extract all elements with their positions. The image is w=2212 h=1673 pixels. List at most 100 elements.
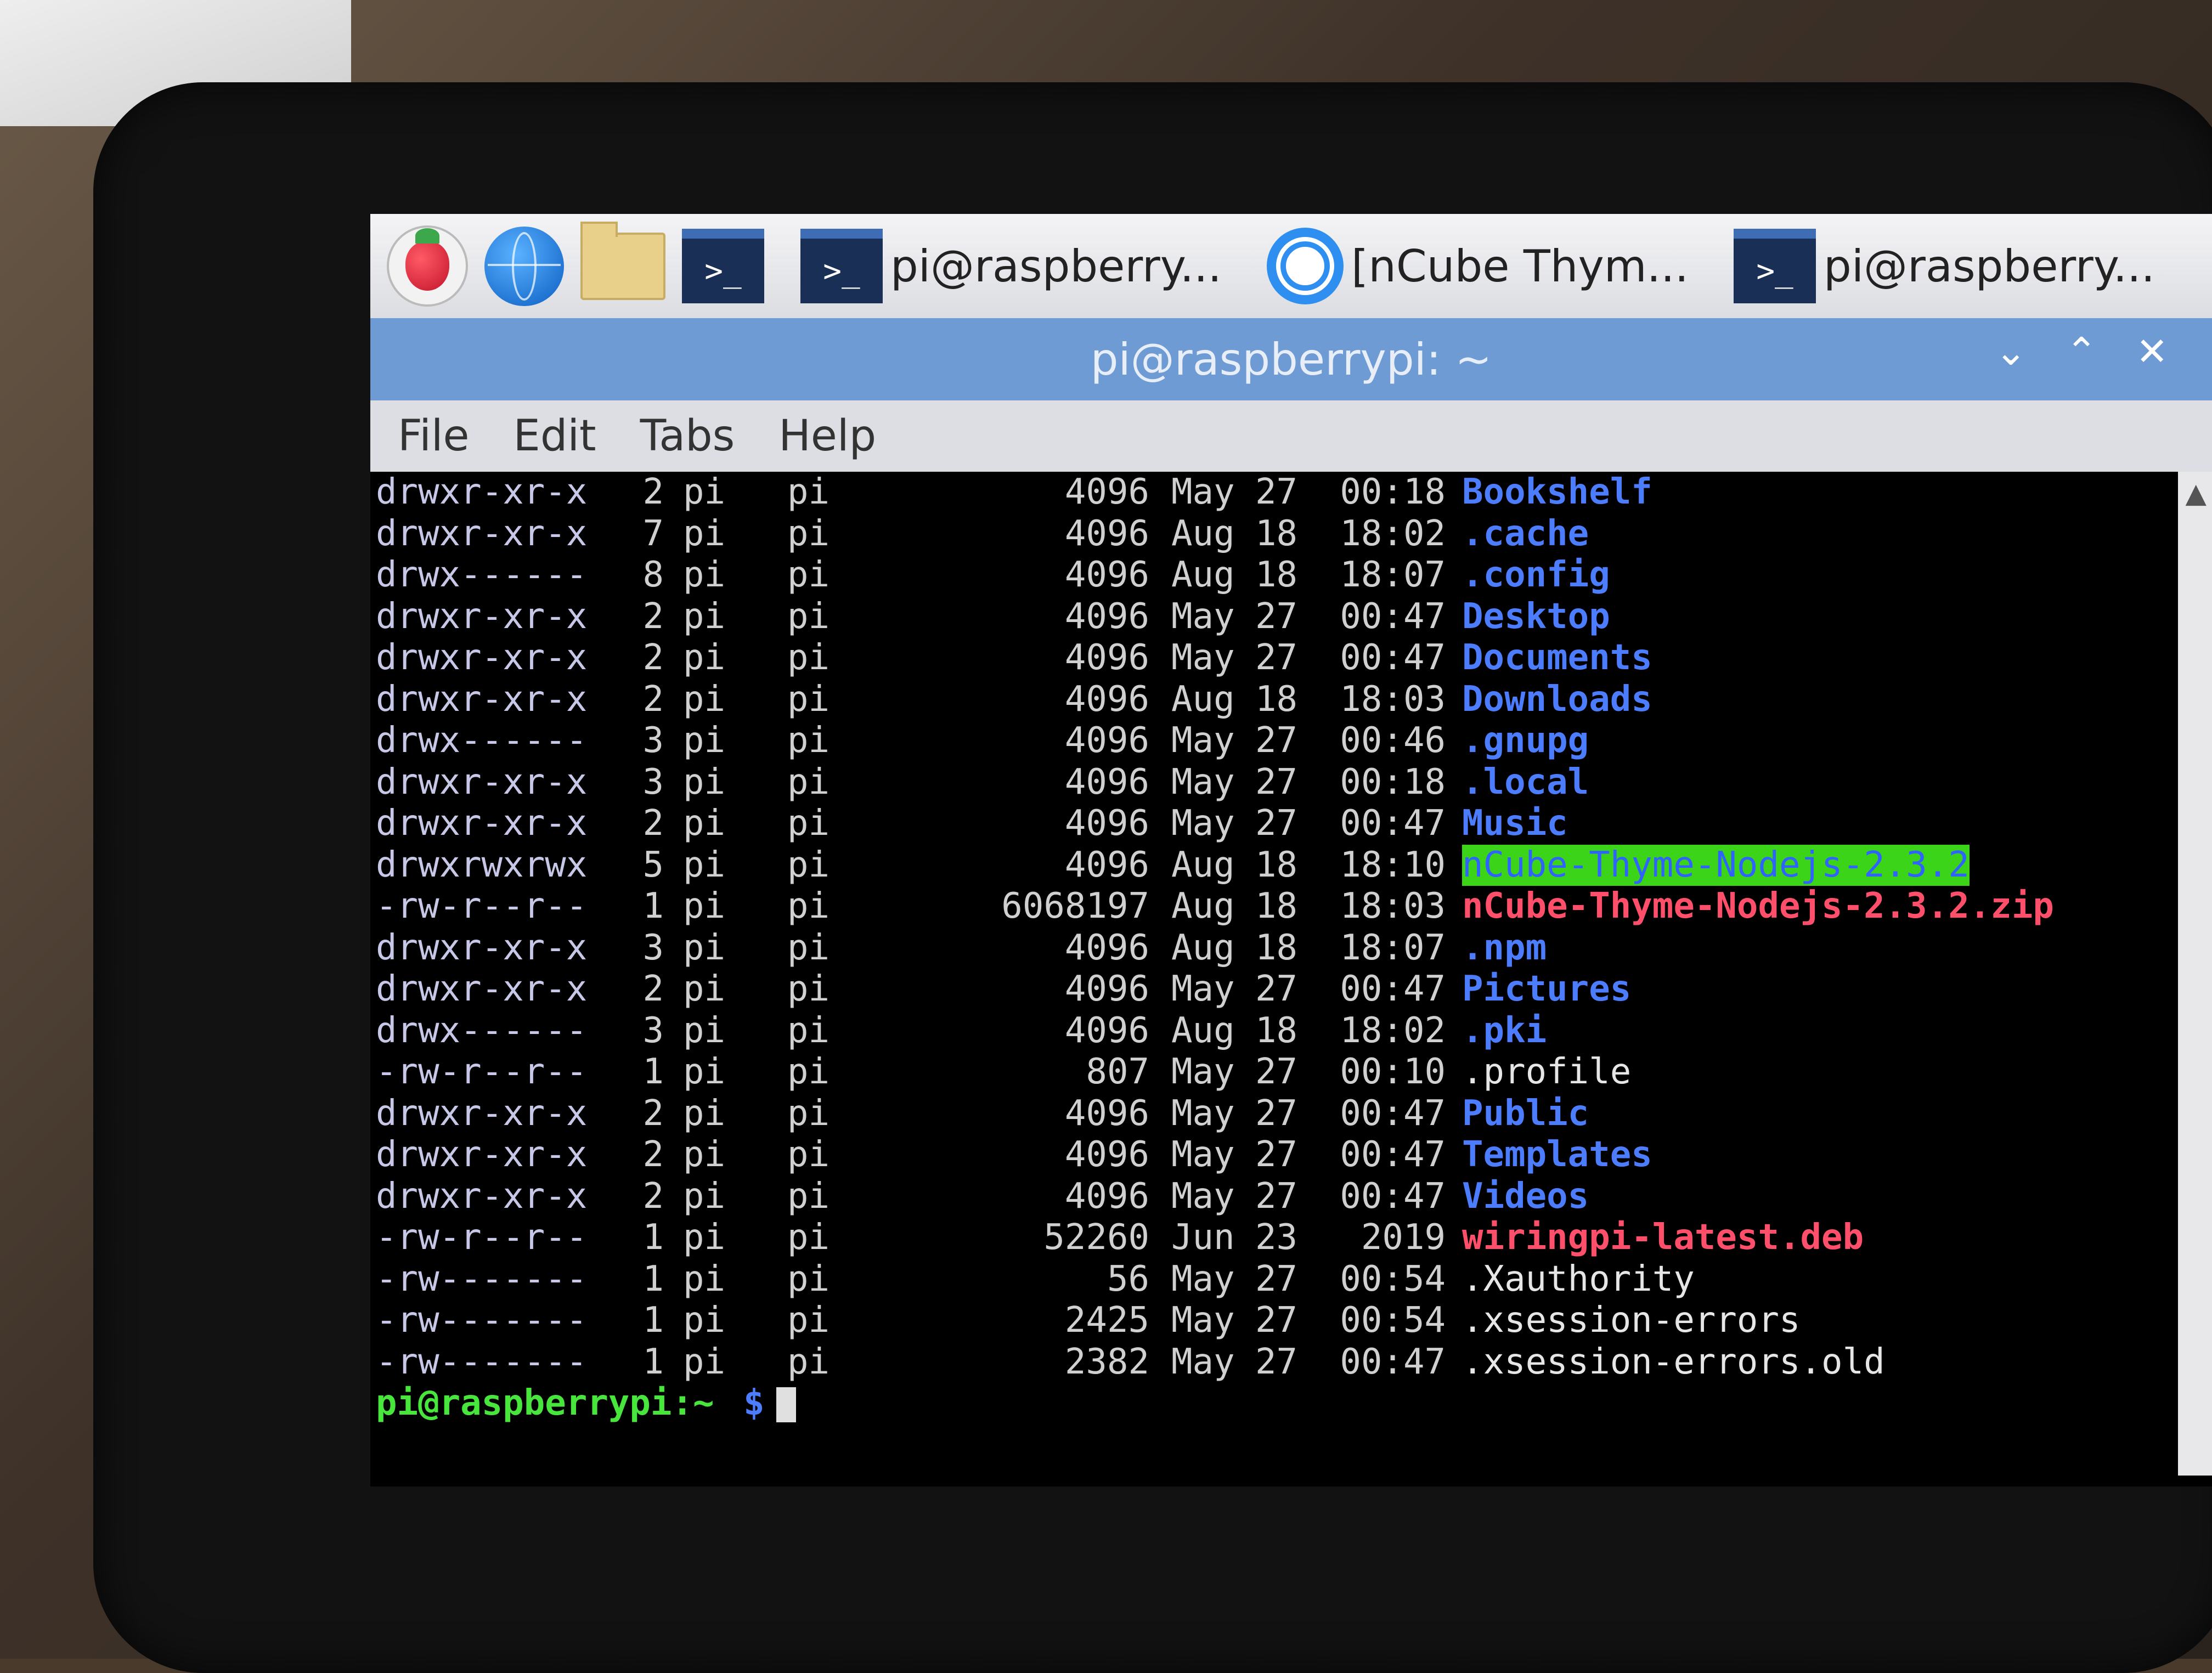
month: Aug: [1171, 927, 1235, 968]
listing-row: drwx------ 8 pi pi 4096 Aug 18 18:07 .config: [370, 555, 2178, 596]
time: 00:47: [1340, 803, 1446, 844]
maximize-button[interactable]: ⌃: [2066, 329, 2098, 374]
link-count: 3: [642, 927, 664, 968]
menu-file[interactable]: File: [398, 411, 470, 461]
month: May: [1171, 761, 1235, 802]
day: 27: [1255, 637, 1297, 678]
listing-row: drwxrwxrwx 5 pi pi 4096 Aug 18 18:10 nCube-Thyme…: [370, 844, 2178, 886]
raspberry-menu-button[interactable]: [387, 224, 468, 309]
month: Aug: [1171, 844, 1235, 885]
file-name: .local: [1462, 761, 1589, 802]
globe-icon: [484, 226, 564, 306]
listing-row: -rw------- 1 pi pi 2382 May 27 00:47 .xsession-e…: [370, 1342, 2178, 1383]
month: Jun: [1171, 1217, 1235, 1258]
file-name: nCube-Thyme-Nodejs-2.3.2: [1462, 844, 1970, 886]
owner: pi: [683, 969, 726, 1009]
link-count: 1: [642, 1052, 664, 1092]
month: May: [1171, 1093, 1235, 1134]
permissions: drwxr-xr-x: [376, 679, 588, 720]
text-cursor: [765, 1383, 796, 1425]
folder-icon: [580, 221, 665, 300]
scroll-up-arrow-icon[interactable]: ▲: [2186, 477, 2207, 509]
day: 23: [1255, 1217, 1297, 1258]
time: 00:54: [1340, 1300, 1446, 1341]
permissions: -rw-r--r--: [376, 1217, 588, 1258]
prompt-symbol: $: [743, 1383, 765, 1423]
permissions: drwxr-xr-x: [376, 1175, 588, 1217]
terminal-scrollbar[interactable]: [2178, 472, 2212, 1476]
file-size: 4096: [1064, 1175, 1149, 1217]
time: 00:18: [1340, 761, 1446, 802]
taskbar-task-browser[interactable]: [nCube Thym...: [1258, 222, 1697, 310]
day: 27: [1255, 969, 1297, 1009]
group: pi: [787, 1052, 830, 1092]
link-count: 2: [642, 1175, 664, 1217]
task-label: pi@raspberry...: [890, 240, 1222, 292]
taskbar-task-terminal-1[interactable]: >_ pi@raspberry...: [792, 222, 1231, 310]
time: 18:03: [1340, 886, 1446, 926]
listing-row: drwxr-xr-x 2 pi pi 4096 May 27 00:47 Public: [370, 1093, 2178, 1135]
terminal-output[interactable]: drwxr-xr-x 2 pi pi 4096 May 27 00:18 Bookshelf dr…: [370, 472, 2178, 1476]
minimize-button[interactable]: ⌄: [1995, 329, 2027, 374]
prompt-user-host: pi@raspberrypi:~: [376, 1383, 714, 1423]
permissions: drwxr-xr-x: [376, 513, 588, 554]
day: 27: [1255, 803, 1297, 844]
menu-tabs[interactable]: Tabs: [640, 411, 735, 461]
day: 27: [1255, 1052, 1297, 1092]
permissions: drwxr-xr-x: [376, 927, 588, 968]
terminal-launcher[interactable]: >_: [682, 224, 764, 309]
file-size: 4096: [1064, 844, 1149, 885]
raspberry-pi-icon: [387, 225, 468, 307]
owner: pi: [683, 844, 726, 885]
window-titlebar[interactable]: pi@raspberrypi: ~ ⌄ ⌃ ✕: [370, 318, 2212, 400]
web-browser-launcher[interactable]: [484, 224, 564, 309]
owner: pi: [683, 637, 726, 678]
day: 18: [1255, 1010, 1297, 1051]
owner: pi: [683, 1052, 726, 1092]
time: 00:47: [1340, 1341, 1446, 1382]
group: pi: [787, 803, 830, 844]
time: 00:18: [1340, 472, 1446, 512]
link-count: 2: [642, 1093, 664, 1134]
permissions: -rw-------: [376, 1300, 588, 1341]
window-title: pi@raspberrypi: ~: [1090, 334, 1492, 385]
close-button[interactable]: ✕: [2136, 329, 2168, 374]
listing-row: drwxr-xr-x 2 pi pi 4096 May 27 00:18 Bookshelf: [370, 472, 2178, 513]
link-count: 5: [642, 844, 664, 885]
link-count: 1: [642, 1341, 664, 1382]
group: pi: [787, 1093, 830, 1134]
menu-edit[interactable]: Edit: [514, 411, 596, 461]
task-label: pi@raspberry...: [1824, 240, 2155, 292]
link-count: 2: [642, 637, 664, 678]
group: pi: [787, 1341, 830, 1382]
file-name: Bookshelf: [1462, 472, 1652, 512]
month: Aug: [1171, 513, 1235, 554]
link-count: 1: [642, 1258, 664, 1299]
permissions: drwxr-xr-x: [376, 472, 588, 512]
menu-help[interactable]: Help: [778, 411, 876, 461]
link-count: 2: [642, 472, 664, 512]
permissions: drwxr-xr-x: [376, 1134, 588, 1175]
time: 00:54: [1340, 1258, 1446, 1299]
file-name: Desktop: [1462, 596, 1610, 637]
month: May: [1171, 1134, 1235, 1175]
file-size: 6068197: [1001, 886, 1149, 926]
permissions: drwxrwxrwx: [376, 844, 588, 885]
taskbar-task-terminal-2[interactable]: >_ pi@raspberry...: [1725, 222, 2164, 310]
time: 00:10: [1340, 1052, 1446, 1092]
file-size: 4096: [1064, 1010, 1149, 1051]
day: 27: [1255, 1134, 1297, 1175]
file-size: 4096: [1064, 472, 1149, 512]
group: pi: [787, 1175, 830, 1217]
time: 18:07: [1340, 927, 1446, 968]
owner: pi: [683, 555, 726, 595]
file-size: 4096: [1064, 969, 1149, 1009]
taskbar: >_ >_ pi@raspberry... [nCube Thym... >_ …: [370, 214, 2212, 318]
file-manager-launcher[interactable]: [580, 221, 665, 309]
month: May: [1171, 472, 1235, 512]
file-size: 4096: [1064, 596, 1149, 637]
file-name: .npm: [1462, 927, 1547, 968]
month: Aug: [1171, 886, 1235, 926]
owner: pi: [683, 1175, 726, 1217]
group: pi: [787, 679, 830, 720]
